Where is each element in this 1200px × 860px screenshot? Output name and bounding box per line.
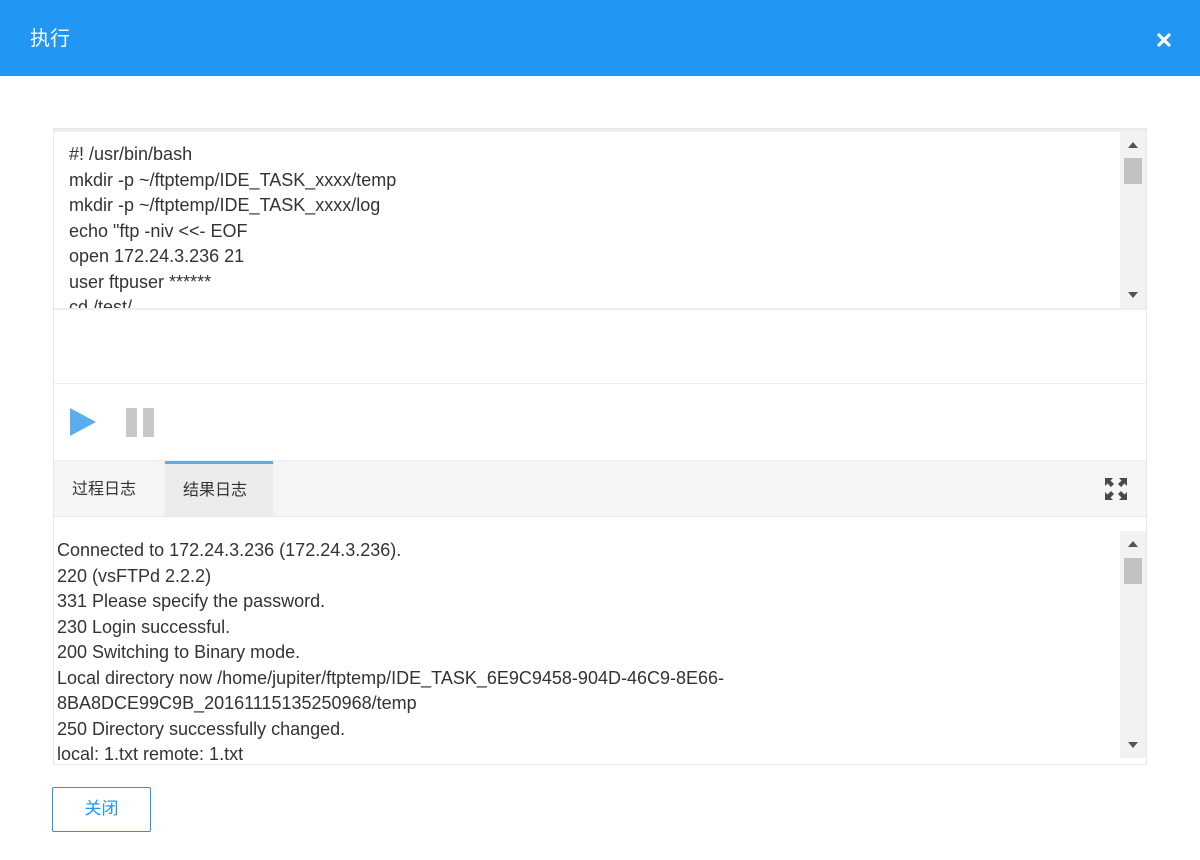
scroll-up-arrow-icon[interactable] [1128,142,1138,148]
script-line: echo "ftp -niv <<- EOF [69,220,248,241]
tab-process-log[interactable]: 过程日志 [54,461,165,517]
script-line: user ftpuser ****** [69,271,212,292]
log-tabs: 过程日志 结果日志 [54,460,1146,517]
script-line: mkdir -p ~/ftptemp/IDE_TASK_xxxx/temp [69,169,397,190]
log-line: 250 Directory successfully changed. [57,718,346,739]
log-line: 331 Please specify the password. [57,591,326,611]
pause-icon [126,408,154,437]
log-line: Connected to 172.24.3.236 (172.24.3.236)… [57,540,402,560]
script-line: #! /usr/bin/bash [69,144,193,164]
result-log: Connected to 172.24.3.236 (172.24.3.236)… [54,517,1146,764]
log-line: 230 Login successful. [57,616,231,637]
log-line: 220 (vsFTPd 2.2.2) [57,565,212,586]
close-button[interactable]: 关闭 [52,787,151,832]
log-line: 200 Switching to Binary mode. [57,642,301,662]
result-scrollbar[interactable] [1120,531,1146,758]
play-button[interactable] [68,406,98,438]
pause-button[interactable] [124,406,156,438]
scroll-thumb[interactable] [1124,158,1142,184]
script-line: open 172.24.3.236 21 [69,246,245,266]
log-line: local: 1.txt remote: 1.txt [57,744,244,764]
script-scrollbar[interactable] [1120,132,1146,308]
scroll-thumb[interactable] [1124,558,1142,584]
dialog-title: 执行 [30,26,70,50]
log-line: Local directory now /home/jupiter/ftptem… [57,667,725,688]
close-icon[interactable] [1152,28,1176,52]
run-controls [54,384,1146,460]
scroll-up-arrow-icon[interactable] [1128,541,1138,547]
script-line: mkdir -p ~/ftptemp/IDE_TASK_xxxx/log [69,195,381,215]
log-line: 8BA8DCE99C9B_20161115135250968/temp [57,693,417,713]
fullscreen-icon[interactable] [1104,477,1128,501]
play-icon [70,408,96,436]
script-line: cd /test/ [69,297,133,310]
execution-panel: #! /usr/bin/bash mkdir -p ~/ftptemp/IDE_… [53,128,1147,765]
dialog-header: 执行 [0,0,1200,76]
scroll-down-arrow-icon[interactable] [1128,742,1138,748]
tab-result-log[interactable]: 结果日志 [165,461,273,517]
parameter-area [54,310,1146,384]
script-editor[interactable]: #! /usr/bin/bash mkdir -p ~/ftptemp/IDE_… [54,129,1146,310]
scroll-down-arrow-icon[interactable] [1128,292,1138,298]
script-lines: #! /usr/bin/bash mkdir -p ~/ftptemp/IDE_… [69,142,1116,310]
result-lines: Connected to 172.24.3.236 (172.24.3.236)… [57,538,1114,764]
